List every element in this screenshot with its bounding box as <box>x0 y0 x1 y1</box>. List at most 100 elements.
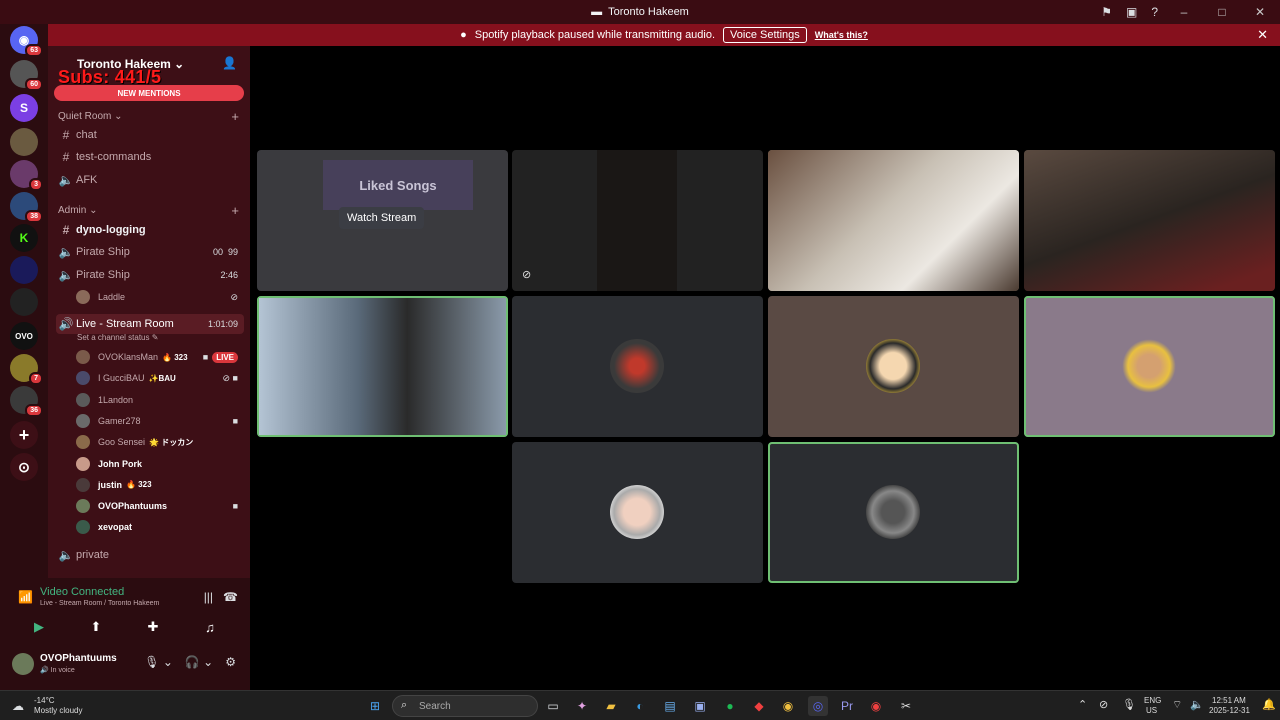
voice-channel-path[interactable]: Live - Stream Room / Toronto Hakeem <box>40 600 159 607</box>
copilot-icon[interactable]: ✦ <box>572 696 592 716</box>
channel-pirate-ship-2[interactable]: 🔈 Pirate Ship 2:46 <box>56 265 244 285</box>
microphone-tray-icon[interactable]: 🎙 <box>1122 698 1136 711</box>
set-channel-status[interactable]: Set a channel status ✎ <box>77 333 158 342</box>
voice-member[interactable]: I GucciBAU ✨BAU ⊘ ■ <box>76 368 244 388</box>
server-icon[interactable]: 7 <box>10 354 43 385</box>
screen-share-button[interactable]: ⬆ <box>71 615 121 639</box>
network-icon[interactable]: ⊘ <box>1099 698 1108 711</box>
voice-member[interactable]: OVOPhantuums ■ <box>76 496 244 516</box>
snipping-icon[interactable]: ✂ <box>896 696 916 716</box>
server-icon[interactable] <box>10 128 38 156</box>
app-icon[interactable]: ◆ <box>749 696 769 716</box>
voice-member[interactable]: Goo Sensei 🌟 ドッカン <box>76 432 244 452</box>
channel-test-commands[interactable]: # test-commands <box>56 147 244 167</box>
channel-live-stream-room[interactable]: 🔊 Live - Stream Room 1:01:09 <box>56 314 244 334</box>
server-icon[interactable]: 3 <box>10 160 43 191</box>
maximize-button[interactable]: □ <box>1210 5 1234 19</box>
video-tile-camera-1[interactable] <box>768 150 1019 291</box>
close-notice-icon[interactable]: ✕ <box>1257 27 1268 43</box>
voice-settings-button[interactable]: Voice Settings <box>723 27 807 43</box>
video-tile-camera-2[interactable] <box>1024 150 1275 291</box>
whats-this-link[interactable]: What's this? <box>815 30 868 40</box>
server-icon[interactable]: 38 <box>10 192 43 223</box>
disconnect-icon[interactable]: ☎ <box>223 590 238 604</box>
voice-member[interactable]: 1Landon <box>76 390 244 410</box>
file-explorer-icon[interactable]: ▰ <box>601 696 621 716</box>
video-tile-avatar-2[interactable] <box>768 296 1019 437</box>
server-icon[interactable]: ◉ 63 <box>10 26 43 57</box>
help-icon[interactable]: ? <box>1151 5 1158 19</box>
user-name[interactable]: OVOPhantuums <box>40 653 117 664</box>
video-tile-avatar-4[interactable] <box>512 442 763 583</box>
stream-tile[interactable]: Liked Songs Watch Stream <box>257 150 508 291</box>
add-server-icon[interactable]: + <box>10 421 38 449</box>
voice-member[interactable]: justin 🔥 323 <box>76 475 244 495</box>
channel-dyno-logging[interactable]: # dyno-logging <box>56 220 244 240</box>
discord-taskbar-icon[interactable]: ◎ <box>808 696 828 716</box>
server-icon[interactable]: 36 <box>10 386 43 417</box>
signal-icon[interactable]: 📶 <box>18 590 33 604</box>
wifi-icon[interactable]: ⌔ <box>1172 698 1182 712</box>
tray-chevron-icon[interactable]: ⌃ <box>1078 698 1087 711</box>
notepad-icon[interactable]: ▤ <box>660 696 680 716</box>
noise-suppression-icon[interactable]: ||| <box>204 590 213 604</box>
close-window-button[interactable]: ✕ <box>1248 5 1272 19</box>
watch-stream-button[interactable]: Watch Stream <box>339 207 425 229</box>
start-icon[interactable]: ⊞ <box>365 696 385 716</box>
channel-chat[interactable]: # chat <box>56 125 244 145</box>
video-tile-dark[interactable]: ⊘ <box>512 150 763 291</box>
voice-member[interactable]: xevopat <box>76 517 244 537</box>
server-icon[interactable] <box>10 288 38 316</box>
minimize-button[interactable]: – <box>1172 5 1196 19</box>
weather-temperature[interactable]: -14°C <box>34 696 55 705</box>
voice-member[interactable]: Gamer278 ■ <box>76 411 244 431</box>
category-quiet-room[interactable]: Quiet Room ⌄ + <box>58 109 239 124</box>
channel-private[interactable]: 🔈 private <box>56 545 244 565</box>
microphone-icon[interactable]: 🎙 ⌄ <box>144 655 173 669</box>
settings-gear-icon[interactable]: ⚙ <box>225 655 236 669</box>
screen-icon[interactable]: ▣ <box>1126 5 1137 19</box>
input-language[interactable]: ENG <box>1144 696 1161 705</box>
camera-button[interactable]: ▶ <box>14 615 64 639</box>
taskbar-search[interactable]: ⌕ Search <box>392 695 538 717</box>
volume-icon[interactable]: 🔈 <box>1190 698 1204 711</box>
server-icon[interactable]: OVO <box>10 322 38 350</box>
live-badge[interactable]: LIVE <box>212 351 238 363</box>
voice-member[interactable]: John Pork <box>76 454 244 474</box>
weather-description[interactable]: Mostly cloudy <box>34 706 82 715</box>
clock-date[interactable]: 2025-12-31 <box>1209 706 1250 715</box>
new-mentions-button[interactable]: NEW MENTIONS <box>54 85 244 101</box>
terminal-icon[interactable]: ▣ <box>690 696 710 716</box>
video-tile-camera-3[interactable] <box>257 296 508 437</box>
server-icon[interactable]: K <box>10 224 38 252</box>
server-icon[interactable]: 60 <box>10 60 43 91</box>
user-avatar[interactable] <box>12 653 34 675</box>
server-icon[interactable] <box>10 256 38 284</box>
spotify-taskbar-icon[interactable]: ● <box>720 696 740 716</box>
video-tile-avatar-1[interactable] <box>512 296 763 437</box>
activities-button[interactable]: ✚ <box>128 615 178 639</box>
server-icon[interactable]: S <box>10 94 38 122</box>
category-admin[interactable]: Admin ⌄ + <box>58 203 239 218</box>
invite-members-icon[interactable]: 👤 <box>222 56 237 70</box>
app-icon[interactable]: ◉ <box>866 696 886 716</box>
clock-time[interactable]: 12:51 AM <box>1212 696 1246 705</box>
edge-icon[interactable]: ◐ <box>630 696 650 716</box>
task-view-icon[interactable]: ▭ <box>543 696 563 716</box>
video-tile-avatar-3[interactable] <box>1024 296 1275 437</box>
discover-icon[interactable]: ⊙ <box>10 453 38 481</box>
soundboard-button[interactable]: ♫ <box>185 615 235 639</box>
channel-afk[interactable]: 🔈 AFK <box>56 170 244 190</box>
add-channel-icon[interactable]: + <box>231 203 239 218</box>
headphones-icon[interactable]: 🎧 ⌄ <box>185 655 213 669</box>
premiere-icon[interactable]: Pr <box>837 696 857 716</box>
notifications-icon[interactable]: 🔔 <box>1262 698 1276 711</box>
video-tile-avatar-5[interactable] <box>768 442 1019 583</box>
channel-pirate-ship-1[interactable]: 🔈 Pirate Ship 00 99 <box>56 242 244 262</box>
weather-icon[interactable]: ☁ <box>8 696 28 716</box>
voice-member[interactable]: OVOKlansMan 🔥 323 ■ LIVE <box>76 347 244 367</box>
chrome-icon[interactable]: ◉ <box>778 696 798 716</box>
add-channel-icon[interactable]: + <box>231 109 239 124</box>
voice-member-laddle[interactable]: Laddle ⊘ <box>76 287 244 307</box>
inbox-flag-icon[interactable]: ⚑ <box>1101 5 1112 19</box>
